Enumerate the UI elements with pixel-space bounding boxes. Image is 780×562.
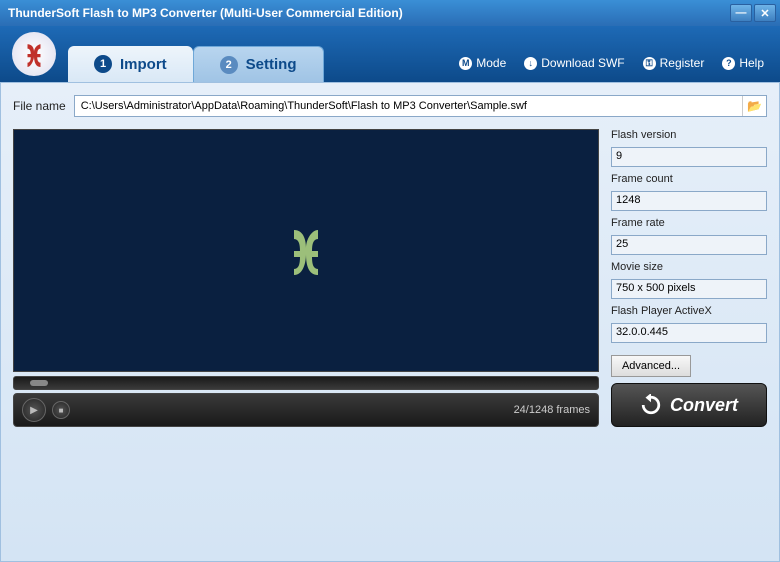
header: 1 Import 2 Setting MMode ↓Download SWF ⚿… bbox=[0, 26, 780, 82]
flash-logo-icon bbox=[288, 227, 324, 275]
tab-import[interactable]: 1 Import bbox=[68, 46, 193, 82]
tab-number: 2 bbox=[220, 56, 238, 74]
help-icon: ? bbox=[722, 57, 735, 70]
tab-number: 1 bbox=[94, 55, 112, 73]
browse-button[interactable]: 📂 bbox=[742, 96, 766, 116]
tab-setting[interactable]: 2 Setting bbox=[193, 46, 324, 82]
mode-link[interactable]: MMode bbox=[459, 56, 506, 70]
seek-bar[interactable] bbox=[13, 376, 599, 390]
player-controls: ▶ ■ 24/1248 frames bbox=[13, 393, 599, 427]
minimize-button[interactable]: — bbox=[730, 4, 752, 22]
frame-count-label: Frame count bbox=[611, 173, 767, 185]
body-panel: File name 📂 ▶ ■ 24/1248 frames Flash ver… bbox=[0, 82, 780, 562]
tab-label: Setting bbox=[246, 56, 297, 73]
download-icon: ↓ bbox=[524, 57, 537, 70]
titlebar: ThunderSoft Flash to MP3 Converter (Mult… bbox=[0, 0, 780, 26]
activex-label: Flash Player ActiveX bbox=[611, 305, 767, 317]
flash-preview bbox=[13, 129, 599, 372]
mode-icon: M bbox=[459, 57, 472, 70]
file-name-label: File name bbox=[13, 99, 66, 113]
download-swf-link[interactable]: ↓Download SWF bbox=[524, 56, 624, 70]
window-title: ThunderSoft Flash to MP3 Converter (Mult… bbox=[8, 6, 730, 20]
folder-icon: 📂 bbox=[747, 99, 762, 113]
frame-count-value: 1248 bbox=[611, 191, 767, 211]
activex-value: 32.0.0.445 bbox=[611, 323, 767, 343]
stop-button[interactable]: ■ bbox=[52, 401, 70, 419]
seek-thumb[interactable] bbox=[30, 380, 48, 386]
frame-rate-label: Frame rate bbox=[611, 217, 767, 229]
flash-icon bbox=[21, 41, 47, 67]
key-icon: ⚿ bbox=[643, 57, 656, 70]
frame-counter: 24/1248 frames bbox=[514, 404, 590, 416]
tab-label: Import bbox=[120, 56, 167, 73]
flash-version-label: Flash version bbox=[611, 129, 767, 141]
convert-button[interactable]: Convert bbox=[611, 383, 767, 427]
file-path-input[interactable] bbox=[75, 96, 742, 116]
help-link[interactable]: ?Help bbox=[722, 56, 764, 70]
movie-size-label: Movie size bbox=[611, 261, 767, 273]
close-button[interactable]: ✕ bbox=[754, 4, 776, 22]
app-logo bbox=[12, 32, 56, 76]
advanced-button[interactable]: Advanced... bbox=[611, 355, 691, 377]
frame-rate-value: 25 bbox=[611, 235, 767, 255]
convert-icon bbox=[640, 394, 662, 416]
movie-size-value: 750 x 500 pixels bbox=[611, 279, 767, 299]
play-button[interactable]: ▶ bbox=[22, 398, 46, 422]
register-link[interactable]: ⚿Register bbox=[643, 56, 705, 70]
flash-version-value: 9 bbox=[611, 147, 767, 167]
